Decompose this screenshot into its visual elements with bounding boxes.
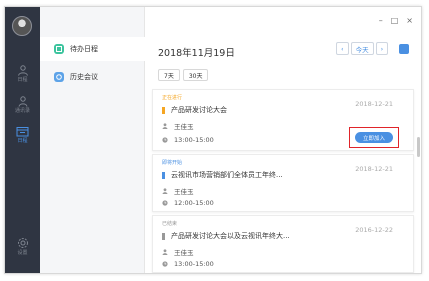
status-marker xyxy=(162,171,165,179)
prev-day-button[interactable]: ‹ xyxy=(336,42,349,55)
time-row: 13:00-15:00 xyxy=(162,260,214,268)
meeting-card[interactable]: 即将开始 云视讯市场营销部们全体员工年终... 2018-12-21 王佳玉 1… xyxy=(152,154,414,212)
nav-item-label: 设置 xyxy=(17,250,28,256)
nav-item-contacts[interactable]: 通讯录 xyxy=(5,93,40,123)
meeting-date: 2018-12-21 xyxy=(355,165,393,173)
meeting-title: 产品研发讨论大会以及云视讯年终大... xyxy=(162,231,290,241)
meeting-time: 13:00-15:00 xyxy=(174,136,214,144)
pending-icon xyxy=(54,44,64,54)
person-icon xyxy=(162,123,168,129)
nav-item-label: 通讯录 xyxy=(14,108,30,114)
clock-icon xyxy=(162,137,168,143)
nav-item-label: 日程 xyxy=(17,77,28,83)
meeting-title-text: 产品研发讨论大会以及云视讯年终大... xyxy=(171,232,290,240)
nav-item-label: 日程 xyxy=(17,138,28,144)
time-row: 12:00-15:00 xyxy=(162,199,214,207)
host-name: 王佳玉 xyxy=(174,249,194,257)
gear-icon xyxy=(17,238,28,248)
person-icon xyxy=(162,188,168,194)
meeting-title: 云视讯市场营销部们全体员工年终... xyxy=(162,170,283,180)
host-row: 王佳玉 xyxy=(162,186,194,196)
contact-icon xyxy=(18,96,27,107)
person-icon xyxy=(162,249,168,255)
app-window: 日程 通讯录 日程 设置 待办日程 历史会议 – □ × 2018年11月19日… xyxy=(4,6,422,274)
meeting-time: 12:00-15:00 xyxy=(174,199,214,207)
meeting-title-text: 云视讯市场营销部们全体员工年终... xyxy=(171,171,283,179)
meeting-card[interactable]: 已结束 产品研发讨论大会以及云视讯年终大... 2016-12-22 王佳玉 1… xyxy=(152,215,414,273)
host-name: 王佳玉 xyxy=(174,188,194,196)
status-marker xyxy=(162,232,165,240)
time-row: 13:00-15:00 xyxy=(162,136,214,144)
avatar[interactable] xyxy=(12,16,32,36)
meeting-card[interactable]: 正在进行 产品研发讨论大会 2018-12-21 王佳玉 13:00-15:00… xyxy=(152,89,414,151)
next-day-button[interactable]: › xyxy=(375,42,389,55)
clock-icon xyxy=(162,200,168,206)
range-7-days[interactable]: 7天 xyxy=(158,69,180,81)
status-marker xyxy=(162,106,165,114)
clock-icon xyxy=(162,261,168,267)
nav-item-schedule[interactable]: 日程 xyxy=(5,62,40,92)
main-panel: 2018年11月19日 ‹ 今天 › 7天 30天 正在进行 产品研发讨论大会 … xyxy=(146,7,421,273)
range-30-days[interactable]: 30天 xyxy=(182,69,209,81)
sidebar-item-pending[interactable]: 待办日程 xyxy=(40,37,145,61)
meeting-title: 产品研发讨论大会 xyxy=(162,105,227,115)
sidebar-item-history[interactable]: 历史会议 xyxy=(40,65,145,89)
sidebar-item-label: 待办日程 xyxy=(70,45,98,53)
history-icon xyxy=(54,72,64,82)
join-wrapper: 立即加入 xyxy=(349,127,399,148)
date-nav: ‹ 今天 › xyxy=(336,42,389,55)
people-icon xyxy=(17,65,28,76)
current-date: 2018年11月19日 xyxy=(158,48,235,59)
sidebar-item-label: 历史会议 xyxy=(70,73,98,81)
status-badge: 正在进行 xyxy=(162,95,183,101)
host-name: 王佳玉 xyxy=(174,123,194,131)
calendar-icon xyxy=(16,127,29,137)
host-row: 王佳玉 xyxy=(162,247,194,257)
highlight-ring xyxy=(349,127,399,148)
meeting-sidebar: 待办日程 历史会议 xyxy=(40,7,145,273)
meeting-date: 2016-12-22 xyxy=(355,226,393,234)
host-row: 王佳玉 xyxy=(162,121,194,131)
meeting-date: 2018-12-21 xyxy=(355,100,393,108)
meeting-title-text: 产品研发讨论大会 xyxy=(171,106,227,114)
range-selector: 7天 30天 xyxy=(158,69,209,81)
scrollbar[interactable] xyxy=(417,137,420,157)
nav-item-settings[interactable]: 设置 xyxy=(5,234,40,264)
status-badge: 即将开始 xyxy=(162,160,183,166)
left-nav: 日程 通讯录 日程 设置 xyxy=(5,7,40,273)
today-button[interactable]: 今天 xyxy=(350,42,374,55)
meeting-time: 13:00-15:00 xyxy=(174,260,214,268)
nav-item-calendar[interactable]: 日程 xyxy=(5,123,40,153)
status-badge: 已结束 xyxy=(162,221,178,227)
calendar-picker-icon[interactable] xyxy=(399,44,409,54)
